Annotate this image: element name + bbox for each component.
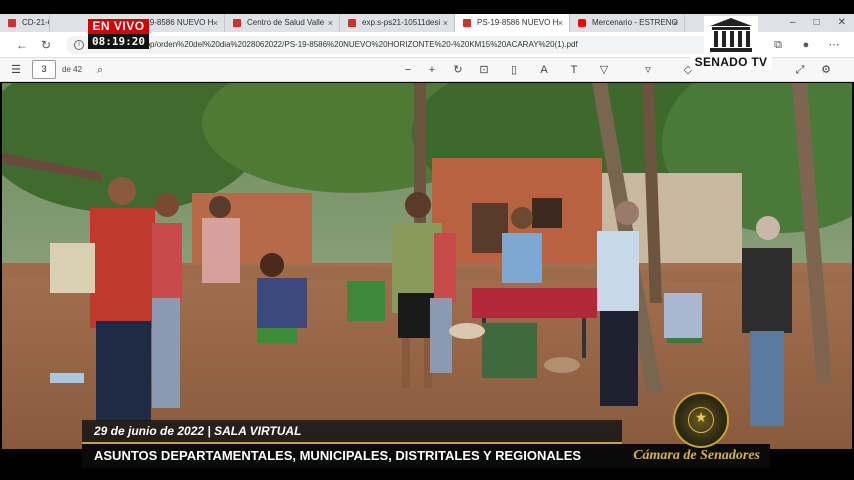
meeting-photo xyxy=(2,83,852,449)
zoom-out-icon[interactable]: − xyxy=(400,62,416,78)
draw-icon[interactable]: ▽ xyxy=(596,62,612,78)
close-icon[interactable]: × xyxy=(213,14,218,32)
person xyxy=(90,208,155,328)
tab-5[interactable]: PS-19-8586 NUEVO H × xyxy=(455,14,570,32)
url-field[interactable]: i sers/user/Desktop/orden%20del%20dia%20… xyxy=(66,36,756,54)
search-icon[interactable]: ⌕ xyxy=(92,62,108,78)
maximize-icon[interactable]: □ xyxy=(814,14,820,32)
highlight-icon[interactable]: ▿ xyxy=(640,62,656,78)
reload-icon[interactable]: ↻ xyxy=(38,37,54,53)
pdf-icon xyxy=(463,19,471,27)
read-aloud-icon[interactable]: A xyxy=(536,62,552,78)
close-icon[interactable]: × xyxy=(558,14,563,32)
star-icon: ★ xyxy=(694,409,708,425)
senado-tv-logo: SENADO TV xyxy=(690,16,772,70)
contents-icon[interactable]: ☰ xyxy=(8,62,24,78)
pdf-icon xyxy=(348,19,356,27)
close-icon[interactable]: × xyxy=(673,14,678,32)
date-line: 29 de junio de 2022 | SALA VIRTUAL xyxy=(82,420,622,442)
close-icon[interactable]: ✕ xyxy=(838,14,846,32)
url-text: sers/user/Desktop/orden%20del%20dia%2028… xyxy=(90,40,578,49)
fullscreen-icon[interactable]: ⤢ xyxy=(792,62,808,78)
pdf-icon xyxy=(233,19,241,27)
tab-1[interactable]: CD-21-651 xyxy=(0,14,50,32)
page-count: de 42 xyxy=(62,65,83,74)
back-icon[interactable]: ← xyxy=(14,37,30,53)
tab-4[interactable]: exp.s-ps21-10511desi × xyxy=(340,14,455,32)
video-frame xyxy=(2,83,852,449)
youtube-icon xyxy=(578,19,586,27)
live-label: EN VIVO xyxy=(88,19,149,34)
profile-icon[interactable]: ● xyxy=(798,37,814,53)
tab-3[interactable]: Centro de Salud Valle × xyxy=(225,14,340,32)
tab-6[interactable]: Mercenario - ESTRENO × xyxy=(570,14,685,32)
live-clock: 08:19:20 xyxy=(88,34,149,49)
close-icon[interactable]: × xyxy=(443,14,448,32)
tab-label: exp.s-ps21-10511desi xyxy=(362,18,441,27)
tab-label: CD-21-651 xyxy=(22,18,49,27)
close-icon[interactable]: × xyxy=(328,14,333,32)
minimize-icon[interactable]: – xyxy=(790,14,796,32)
fit-page-icon[interactable]: ⊡ xyxy=(476,62,492,78)
info-icon[interactable]: i xyxy=(74,40,84,50)
page-number-input[interactable]: 3 xyxy=(32,60,56,79)
tab-label: Mercenario - ESTRENO xyxy=(592,18,678,27)
text-icon[interactable]: T xyxy=(566,62,582,78)
tab-label: PS-19-8586 NUEVO H xyxy=(477,18,559,27)
tab-label: Centro de Salud Valle xyxy=(247,18,325,27)
pdf-icon xyxy=(8,19,16,27)
more-icon[interactable]: ⋯ xyxy=(826,37,842,53)
settings-icon[interactable]: ⚙ xyxy=(818,62,834,78)
building-icon xyxy=(704,16,758,54)
zoom-in-icon[interactable]: + xyxy=(424,62,440,78)
page-view-icon[interactable]: ▯ xyxy=(506,62,522,78)
senate-seal: ★ xyxy=(673,392,729,448)
rotate-icon[interactable]: ↻ xyxy=(450,62,466,78)
logo-text: SENADO TV xyxy=(690,54,772,70)
collections-icon[interactable]: ⧉ xyxy=(770,37,786,53)
window-controls: – □ ✕ xyxy=(790,14,846,32)
live-badge: EN VIVO 08:19:20 xyxy=(88,19,149,49)
lower-third: 29 de junio de 2022 | SALA VIRTUAL ASUNT… xyxy=(82,420,770,468)
